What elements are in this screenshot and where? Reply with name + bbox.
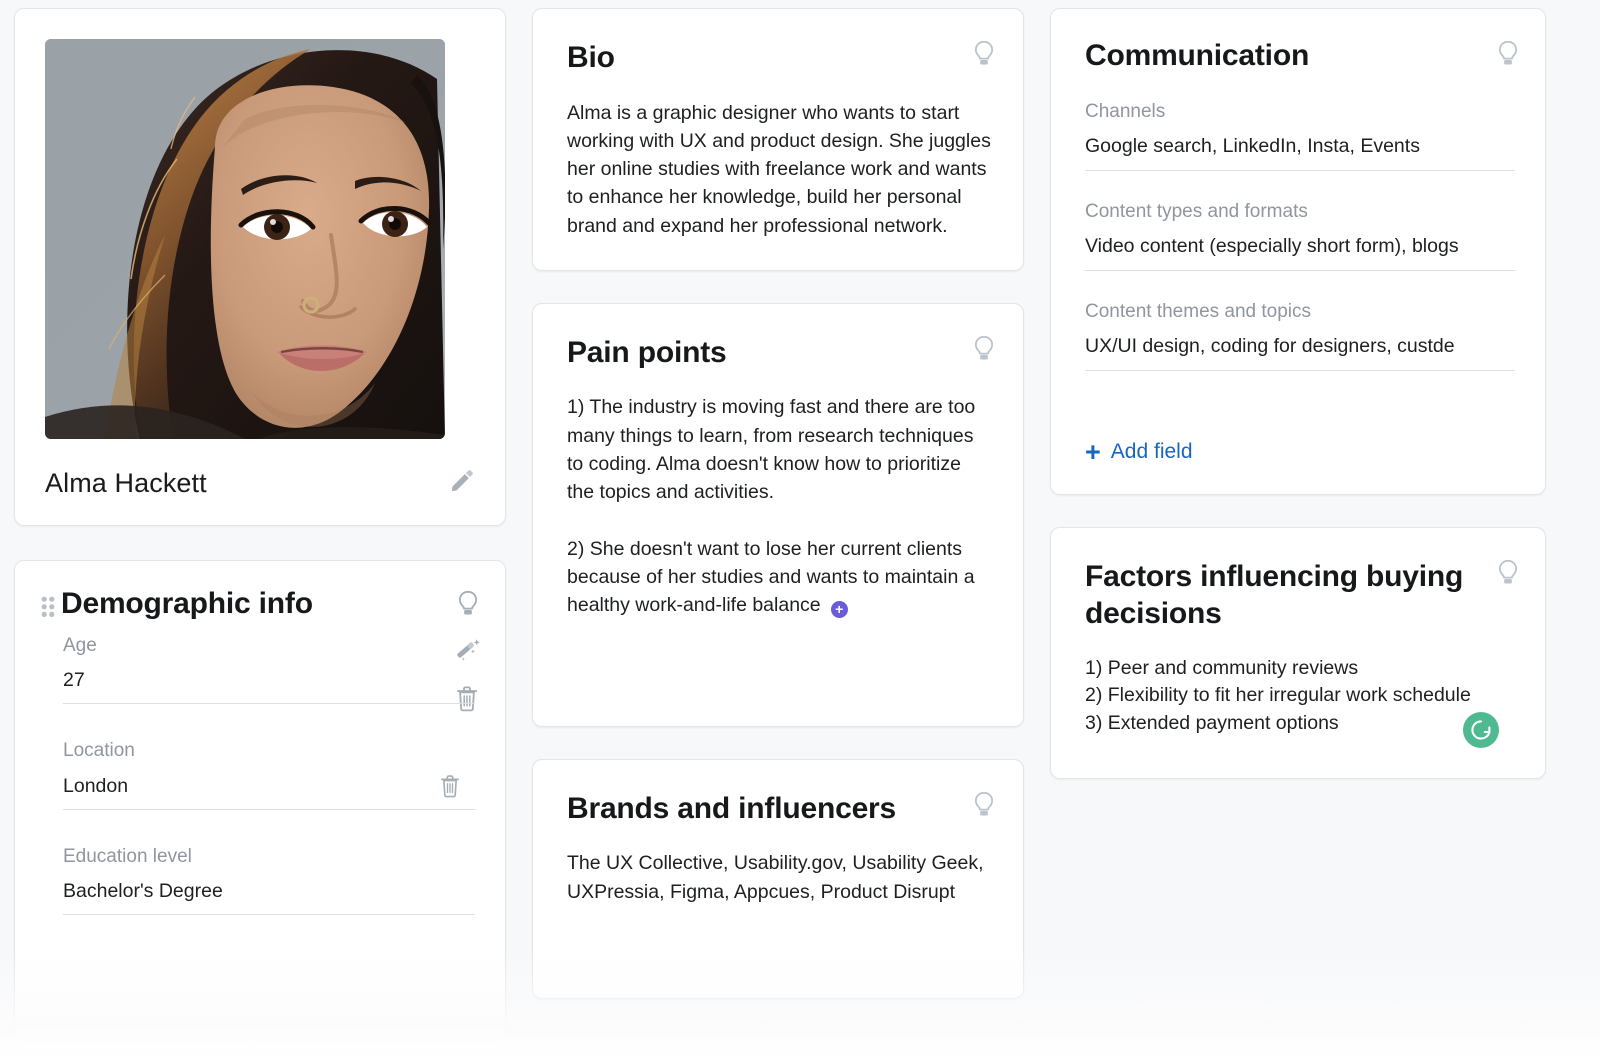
- persona-avatar-card[interactable]: Alma Hackett: [14, 8, 506, 526]
- communication-field-content-themes[interactable]: Content themes and topics UX/UI design, …: [1085, 301, 1515, 371]
- persona-name-row: Alma Hackett: [45, 468, 475, 499]
- field-value[interactable]: Google search, LinkedIn, Insta, Events: [1085, 135, 1515, 171]
- buying-factors-card[interactable]: Factors influencing buying decisions 1) …: [1050, 527, 1546, 779]
- bio-text[interactable]: Alma is a graphic designer who wants to …: [567, 99, 991, 240]
- bio-title: Bio: [567, 39, 991, 77]
- bio-card[interactable]: Bio Alma is a graphic designer who wants…: [532, 8, 1024, 271]
- portrait-photo[interactable]: [45, 39, 445, 439]
- pain-points-text-value: 1) The industry is moving fast and there…: [567, 396, 981, 616]
- plus-icon[interactable]: +: [831, 601, 848, 618]
- pain-points-text[interactable]: 1) The industry is moving fast and there…: [567, 393, 991, 619]
- field-label: Age: [63, 635, 475, 657]
- brands-influencers-card[interactable]: Brands and influencers The UX Collective…: [532, 759, 1024, 999]
- brands-influencers-title: Brands and influencers: [567, 790, 991, 828]
- plus-glyph: +: [835, 602, 843, 616]
- lightbulb-icon[interactable]: [971, 334, 997, 364]
- communication-field-channels[interactable]: Channels Google search, LinkedIn, Insta,…: [1085, 101, 1515, 171]
- lightbulb-icon[interactable]: [971, 39, 997, 69]
- demographic-field-age[interactable]: Age 27: [63, 635, 475, 704]
- grammarly-icon[interactable]: [1463, 712, 1499, 748]
- lightbulb-icon[interactable]: [971, 790, 997, 820]
- plus-icon: +: [1085, 439, 1101, 466]
- field-value-row[interactable]: Bachelor's Degree: [63, 880, 475, 915]
- communication-title: Communication: [1085, 37, 1515, 75]
- field-label: Location: [63, 740, 475, 762]
- field-value-row[interactable]: 27: [63, 669, 475, 704]
- persona-name: Alma Hackett: [45, 468, 207, 499]
- persona-board: Alma Hackett: [0, 0, 1600, 1058]
- field-value[interactable]: Bachelor's Degree: [63, 880, 223, 903]
- demographic-title: Demographic info: [61, 587, 313, 621]
- lightbulb-icon[interactable]: [1495, 39, 1521, 69]
- drag-handle-icon[interactable]: [41, 596, 55, 618]
- pencil-icon[interactable]: [449, 468, 475, 499]
- right-column: Communication Channels Google search, Li…: [1050, 8, 1546, 1058]
- add-field-button[interactable]: + Add field: [1085, 439, 1193, 466]
- buying-factors-text[interactable]: 1) Peer and community reviews 2) Flexibi…: [1085, 655, 1511, 738]
- demographic-field-location[interactable]: Location London: [63, 740, 475, 810]
- field-label: Education level: [63, 846, 475, 868]
- field-value[interactable]: London: [63, 775, 128, 798]
- field-label: Channels: [1085, 101, 1515, 123]
- demographic-info-card[interactable]: Demographic info Age 27 Location London: [14, 560, 506, 1040]
- field-label: Content themes and topics: [1085, 301, 1515, 323]
- communication-field-content-types[interactable]: Content types and formats Video content …: [1085, 201, 1515, 271]
- demographic-header: Demographic info: [41, 587, 475, 621]
- field-value-row[interactable]: London: [63, 774, 475, 810]
- field-value[interactable]: 27: [63, 669, 85, 692]
- lightbulb-icon[interactable]: [1495, 558, 1521, 588]
- left-column: Alma Hackett: [14, 8, 506, 1058]
- add-field-label: Add field: [1111, 440, 1193, 464]
- middle-column: Bio Alma is a graphic designer who wants…: [532, 8, 1024, 1058]
- lightbulb-icon[interactable]: [455, 589, 481, 619]
- field-value[interactable]: Video content (especially short form), b…: [1085, 235, 1515, 271]
- buying-factors-title: Factors influencing buying decisions: [1085, 558, 1465, 633]
- communication-card[interactable]: Communication Channels Google search, Li…: [1050, 8, 1546, 495]
- brands-influencers-text[interactable]: The UX Collective, Usability.gov, Usabil…: [567, 849, 991, 906]
- pain-points-title: Pain points: [567, 334, 991, 372]
- pain-points-card[interactable]: Pain points 1) The industry is moving fa…: [532, 303, 1024, 727]
- demographic-field-education[interactable]: Education level Bachelor's Degree: [63, 846, 475, 915]
- field-value[interactable]: UX/UI design, coding for designers, cust…: [1085, 335, 1515, 371]
- card-bottom-fade: [15, 919, 505, 1039]
- trash-icon[interactable]: [439, 774, 461, 798]
- field-label: Content types and formats: [1085, 201, 1515, 223]
